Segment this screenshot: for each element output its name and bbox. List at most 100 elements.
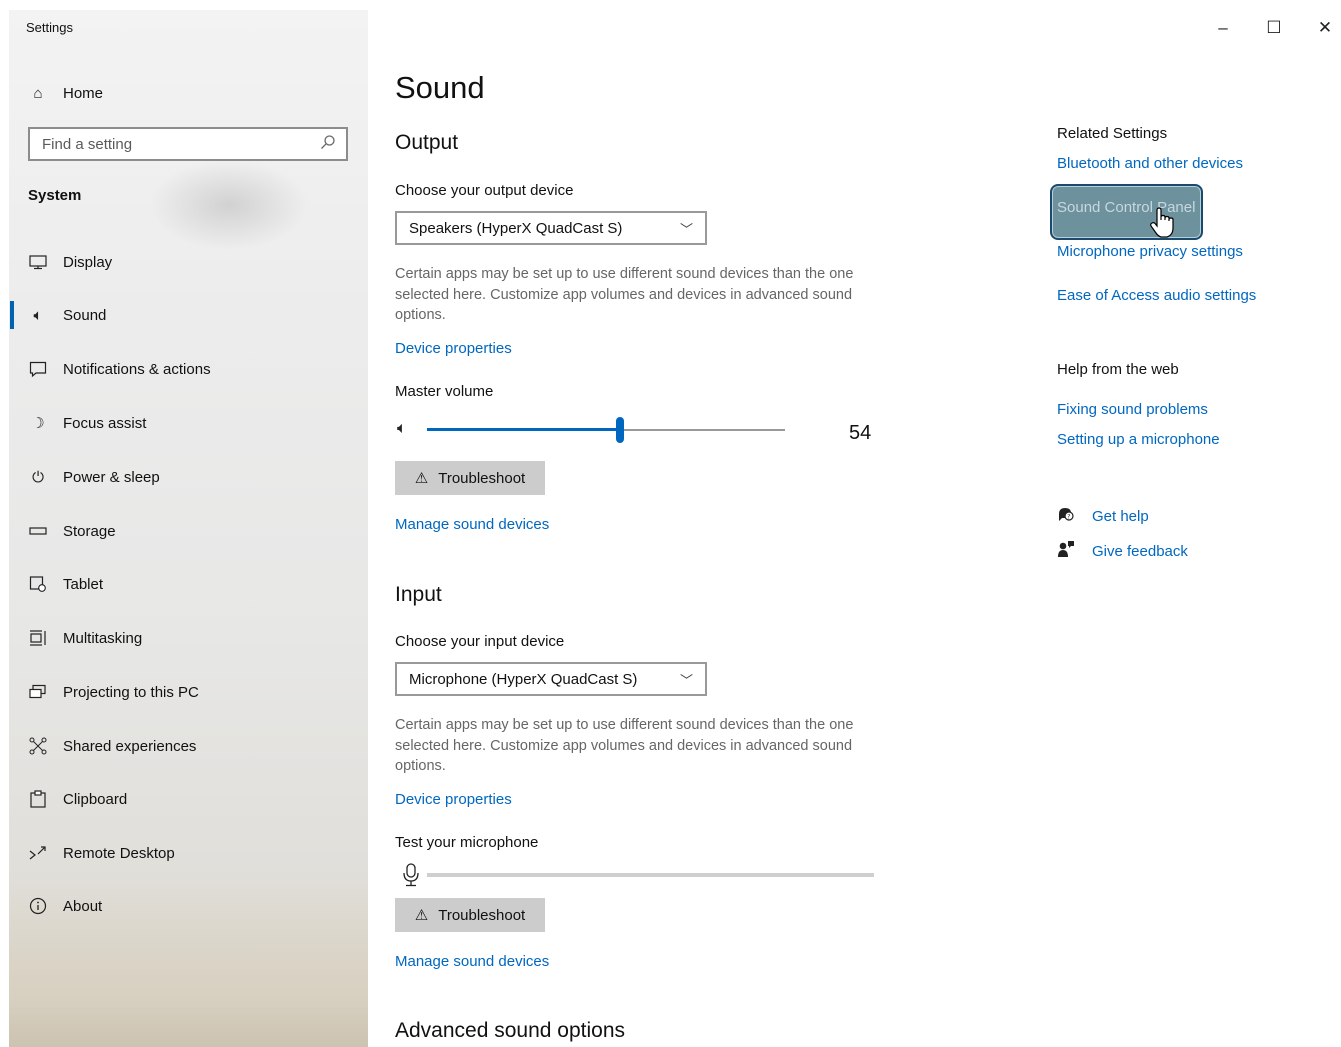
nav-home[interactable]: ⌂ Home — [28, 78, 103, 108]
output-troubleshoot-button[interactable]: ⚠ Troubleshoot — [395, 461, 545, 495]
feedback-icon — [1057, 540, 1077, 562]
ease-of-access-audio-link[interactable]: Ease of Access audio settings — [1057, 287, 1256, 304]
slider-fill — [427, 428, 621, 431]
multitasking-icon — [28, 628, 48, 648]
sidebar-item-projecting[interactable]: Projecting to this PC — [28, 677, 199, 707]
output-device-value: Speakers (HyperX QuadCast S) — [409, 219, 623, 237]
input-troubleshoot-button[interactable]: ⚠ Troubleshoot — [395, 898, 545, 932]
input-device-label: Choose your input device — [395, 633, 565, 650]
fixing-sound-problems-link[interactable]: Fixing sound problems — [1057, 401, 1208, 418]
warning-icon: ⚠ — [414, 470, 429, 487]
sidebar-item-label: Clipboard — [63, 790, 128, 808]
sidebar-item-label: Shared experiences — [63, 737, 197, 755]
speaker-icon: 🔈︎ — [397, 420, 407, 437]
remote-desktop-icon — [28, 843, 48, 863]
related-settings-panel: Related Settings Bluetooth and other dev… — [1050, 0, 1327, 1047]
output-device-dropdown[interactable]: Speakers (HyperX QuadCast S) ﹀ — [395, 211, 707, 245]
input-device-value: Microphone (HyperX QuadCast S) — [409, 670, 638, 688]
sidebar-item-label: About — [63, 897, 103, 915]
input-device-dropdown[interactable]: Microphone (HyperX QuadCast S) ﹀ — [395, 662, 707, 696]
get-help-icon: ? — [1057, 505, 1077, 527]
sidebar-item-label: Multitasking — [63, 629, 143, 647]
sidebar-item-label: Tablet — [63, 575, 104, 593]
sidebar-item-sound[interactable]: 🔈︎ Sound — [28, 300, 106, 330]
sidebar-item-label: Storage — [63, 522, 116, 540]
sidebar-item-focus-assist[interactable]: ☽ Focus assist — [28, 408, 146, 438]
sidebar-item-notifications[interactable]: Notifications & actions — [28, 354, 211, 384]
help-heading: Help from the web — [1057, 361, 1179, 378]
settings-window: Settings – ☐ ✕ ⌂ Home System Display 🔈︎ … — [0, 0, 1341, 1047]
output-description: Certain apps may be set up to use differ… — [395, 266, 854, 323]
sidebar-item-clipboard[interactable]: Clipboard — [28, 784, 127, 814]
section-label-system: System — [28, 187, 82, 204]
notification-icon — [28, 359, 48, 379]
slider-thumb[interactable] — [616, 417, 625, 443]
sidebar-item-about[interactable]: About — [28, 891, 102, 921]
advanced-sound-options-heading: Advanced sound options — [395, 1019, 626, 1042]
give-feedback-link[interactable]: Give feedback — [1092, 543, 1188, 560]
troubleshoot-label: Troubleshoot — [438, 906, 526, 924]
input-heading: Input — [395, 583, 442, 606]
app-title: Settings — [26, 20, 73, 35]
master-volume-label: Master volume — [395, 383, 494, 400]
search-icon[interactable] — [320, 134, 336, 155]
active-indicator — [10, 301, 14, 329]
sidebar-item-storage[interactable]: Storage — [28, 516, 116, 546]
shared-icon — [28, 736, 48, 756]
output-device-label: Choose your output device — [395, 182, 574, 199]
test-microphone-label: Test your microphone — [395, 834, 539, 851]
input-manage-sound-devices-link[interactable]: Manage sound devices — [395, 953, 549, 970]
get-help-link[interactable]: Get help — [1092, 508, 1149, 525]
home-icon: ⌂ — [33, 84, 43, 102]
output-device-properties-link[interactable]: Device properties — [395, 340, 512, 357]
svg-text:?: ? — [1067, 514, 1070, 521]
speaker-icon: 🔈︎ — [33, 306, 43, 324]
output-heading: Output — [395, 131, 459, 154]
sidebar-item-power-sleep[interactable]: ⏻ Power & sleep — [28, 462, 160, 492]
search-box[interactable] — [28, 127, 348, 161]
master-volume-value: 54 — [849, 422, 872, 444]
storage-icon — [28, 521, 48, 541]
microphone-icon — [401, 862, 423, 888]
projecting-icon — [28, 682, 48, 702]
input-device-properties-link[interactable]: Device properties — [395, 791, 512, 808]
chevron-down-icon: ﹀ — [679, 672, 693, 688]
get-help-row[interactable]: ? Get help — [1057, 505, 1149, 527]
sidebar-item-label: Remote Desktop — [63, 844, 175, 862]
chevron-down-icon: ﹀ — [679, 221, 693, 237]
sidebar-item-label: Sound — [63, 306, 107, 324]
sidebar-item-display[interactable]: Display — [28, 247, 112, 277]
sidebar-item-label: Power & sleep — [63, 468, 160, 486]
mic-level-track — [427, 873, 874, 877]
warning-icon: ⚠ — [414, 907, 429, 924]
microphone-level-meter — [395, 860, 885, 890]
nav-home-label: Home — [63, 84, 104, 102]
related-settings-heading: Related Settings — [1057, 125, 1168, 142]
main-content: Sound Output Choose your output device S… — [395, 0, 1015, 1047]
bluetooth-devices-link[interactable]: Bluetooth and other devices — [1057, 155, 1243, 172]
sidebar-item-remote-desktop[interactable]: Remote Desktop — [28, 838, 175, 868]
hand-cursor-icon — [1150, 207, 1174, 238]
page-title: Sound — [395, 70, 485, 105]
search-input[interactable] — [40, 134, 320, 154]
output-manage-sound-devices-link[interactable]: Manage sound devices — [395, 516, 549, 533]
clipboard-icon — [28, 789, 48, 809]
moon-icon: ☽ — [31, 415, 45, 432]
sidebar-item-label: Projecting to this PC — [63, 683, 199, 701]
sidebar-item-label: Notifications & actions — [63, 360, 211, 378]
sidebar-item-shared-experiences[interactable]: Shared experiences — [28, 731, 196, 761]
sidebar-item-label: Focus assist — [63, 414, 147, 432]
give-feedback-row[interactable]: Give feedback — [1057, 540, 1188, 562]
monitor-icon — [28, 252, 48, 272]
microphone-privacy-link[interactable]: Microphone privacy settings — [1057, 243, 1243, 260]
master-volume-slider[interactable]: 🔈︎ — [395, 415, 885, 445]
setting-up-microphone-link[interactable]: Setting up a microphone — [1057, 431, 1220, 448]
tablet-icon — [28, 574, 48, 594]
sidebar-item-label: Display — [63, 253, 113, 271]
sidebar-item-tablet[interactable]: Tablet — [28, 569, 103, 599]
info-icon — [28, 896, 48, 916]
input-description: Certain apps may be set up to use differ… — [395, 717, 854, 774]
power-icon: ⏻ — [32, 468, 44, 486]
troubleshoot-label: Troubleshoot — [438, 469, 526, 487]
sidebar-item-multitasking[interactable]: Multitasking — [28, 623, 142, 653]
